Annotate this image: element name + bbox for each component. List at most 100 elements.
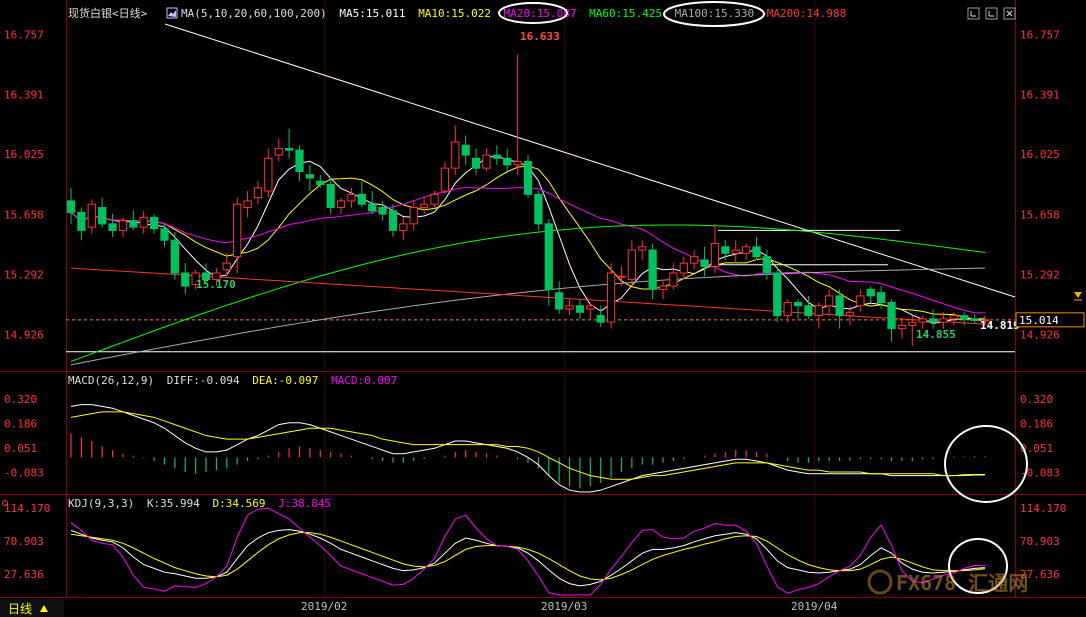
candle-body — [149, 216, 159, 230]
candle-body — [347, 193, 356, 202]
y-tick-label-right: 15.658 — [1020, 208, 1060, 221]
candle-body — [471, 157, 481, 169]
kdj-d-label: D:34.569 — [212, 497, 265, 510]
candle-body — [835, 295, 844, 317]
candle-body — [762, 256, 772, 274]
image-icon — [168, 10, 176, 17]
ma20-line — [70, 186, 986, 314]
candle-body — [440, 167, 450, 192]
candle-body — [710, 243, 720, 267]
candle-body — [129, 220, 138, 228]
candle-body — [939, 318, 948, 323]
candle-body — [87, 203, 96, 228]
candle-body — [606, 272, 616, 323]
macd-diff-label: DIFF:-0.094 — [167, 374, 240, 387]
watermark: FX678 汇通网 — [867, 569, 1028, 595]
candle-body — [752, 246, 761, 258]
macd-dea-label: DEA:-0.097 — [252, 374, 318, 387]
down-arrow-icon[interactable] — [1074, 292, 1082, 298]
candle-body — [336, 200, 346, 208]
macd-name: MACD(26,12,9) — [68, 374, 154, 387]
macd-y-tick-right: 0.186 — [1020, 418, 1053, 431]
watermark-logo-icon — [867, 569, 893, 595]
page-icon[interactable] — [985, 7, 998, 20]
ma-header: MA(5,10,20,60,100,200) MA5:15.011 MA10:1… — [181, 7, 846, 20]
candle-body — [222, 262, 231, 271]
candle-body — [918, 318, 927, 323]
candle-body — [908, 321, 917, 326]
ma5-label: MA5:15.011 — [339, 7, 405, 20]
candle-body — [960, 315, 969, 320]
main-header: 现货白银<日线> — [68, 6, 148, 20]
downtrend-line — [164, 23, 1016, 298]
candle-body — [378, 206, 387, 215]
macd-header: MACD(26,12,9) DIFF:-0.094 DEA:-0.097 MAC… — [68, 374, 397, 387]
candle-body — [856, 295, 865, 307]
candle-body — [555, 292, 564, 310]
chart-canvas[interactable]: 16.757 16.757 16.391 16.391 16.025 16.025 15.6… — [0, 0, 1086, 617]
candle-body — [305, 174, 315, 179]
kdj-name: KDJ(9,3,3) — [68, 497, 134, 510]
candle-body — [66, 200, 76, 213]
candle-body — [773, 272, 782, 317]
candle-body — [565, 305, 574, 310]
candle-body — [233, 203, 242, 258]
candle-body — [181, 272, 190, 287]
candle-body — [679, 262, 688, 274]
toggle-panel-icon[interactable] — [967, 7, 980, 20]
candle-body — [139, 216, 148, 228]
candle-body — [617, 275, 626, 278]
y-tick-label-left: 15.658 — [4, 208, 44, 221]
kdj-y-tick-left: 70.903 — [4, 535, 44, 548]
low-price-label: 14.855 — [916, 328, 956, 341]
support-price-label: 14.819 — [980, 319, 1020, 332]
candle-body — [866, 288, 875, 297]
kdj-k-label: K:35.994 — [147, 497, 200, 510]
close-icon[interactable] — [1003, 7, 1016, 20]
candle-body — [160, 228, 169, 241]
kdj-j-line — [70, 507, 986, 596]
candle-body — [357, 193, 366, 205]
y-tick-label-left: 16.391 — [4, 88, 44, 101]
candle-body — [451, 141, 460, 169]
y-tick-label-right: 16.025 — [1020, 148, 1060, 161]
candle-body — [596, 315, 605, 323]
macd-y-tick-left: -0.083 — [4, 467, 44, 480]
candle-body — [326, 184, 335, 208]
y-tick-label-right: 16.391 — [1020, 88, 1060, 101]
candle-body — [274, 147, 283, 156]
candle-body — [887, 301, 896, 330]
instrument-title: 现货白银<日线> — [68, 6, 148, 20]
candle-body — [523, 161, 533, 195]
macd-y-tick-left: 0.186 — [4, 418, 37, 431]
x-axis-label: 2019/04 — [791, 600, 838, 613]
candle-body — [77, 211, 86, 231]
ma60-line — [70, 224, 986, 362]
candle-body — [534, 193, 543, 225]
candle-body — [243, 200, 252, 208]
candle-body — [648, 249, 657, 290]
candle-body — [970, 318, 979, 321]
candle-body — [638, 246, 647, 251]
kdj-header: KDJ(9,3,3) K:35.994 D:34.569 J:38.845 — [68, 497, 331, 510]
candle-body — [284, 147, 294, 151]
candle-body — [845, 311, 855, 317]
candle-body — [461, 144, 470, 156]
y-tick-label-left: 16.757 — [4, 28, 44, 41]
y-tick-label-right: 15.292 — [1020, 268, 1060, 281]
candle-body — [658, 285, 668, 290]
candle-body — [825, 295, 834, 307]
kdj-y-tick-right: 114.170 — [1020, 502, 1066, 515]
candle-body — [253, 187, 263, 199]
candle-body — [316, 180, 325, 186]
candle-body — [409, 206, 418, 225]
trendlines — [66, 23, 1016, 353]
candle-body — [420, 203, 429, 208]
candle-body — [388, 210, 398, 231]
candle-body — [118, 220, 128, 231]
candle-body — [513, 161, 522, 166]
candle-body — [897, 324, 907, 330]
macd-y-tick-right: 0.320 — [1020, 393, 1053, 406]
candle-body — [544, 223, 553, 290]
candle-body — [928, 318, 938, 323]
